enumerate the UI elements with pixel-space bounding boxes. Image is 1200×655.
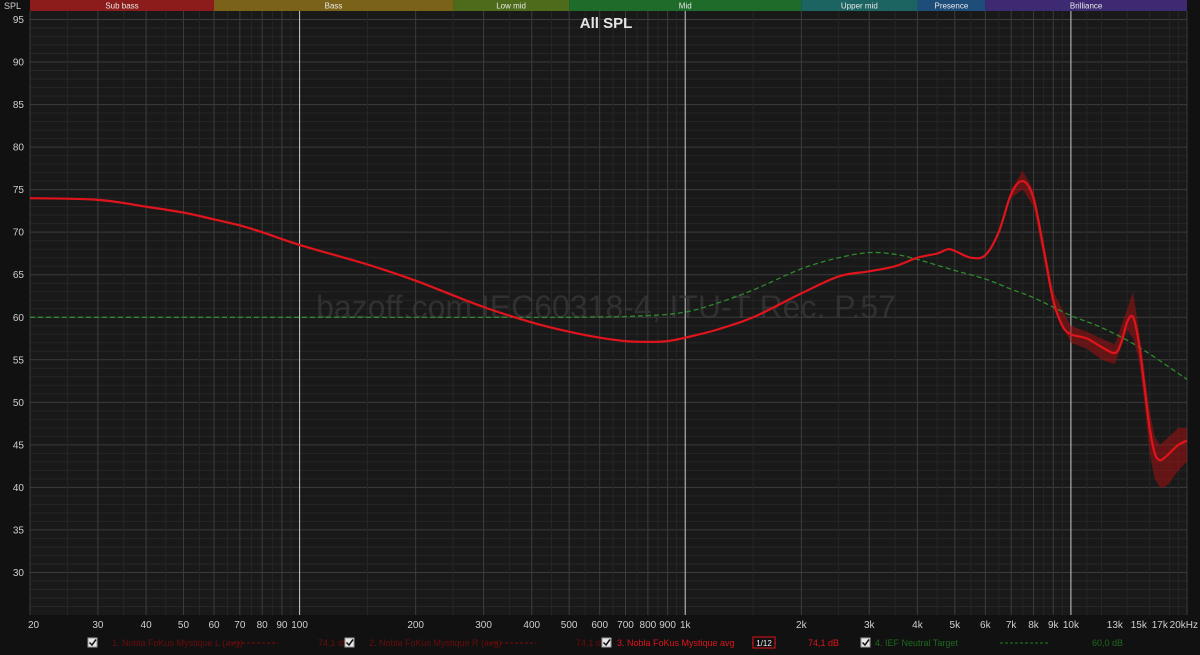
y-tick-label: 85 — [13, 100, 25, 111]
y-tick-label: 65 — [13, 270, 25, 281]
x-tick-label: 90 — [276, 620, 288, 631]
spl-chart: Sub bass Bass Low mid Mid Upper mid Presence B… — [0, 0, 1200, 655]
y-tick-label: 60 — [13, 313, 25, 324]
x-tick-label: 20kHz — [1170, 620, 1198, 631]
x-tick-label: 1k — [680, 620, 692, 631]
x-tick-label: 3k — [864, 620, 876, 631]
y-axis-label: SPL — [4, 1, 21, 11]
x-tick-label: 20 — [28, 620, 40, 631]
legend-value: 74,1 dB — [808, 638, 839, 648]
band-label: Sub bass — [105, 2, 138, 11]
x-tick-label: 40 — [141, 620, 153, 631]
band-label: Upper mid — [841, 2, 878, 11]
y-tick-label: 40 — [13, 483, 25, 494]
legend-label: 2. Nobla FoKus Mystique R (avg) — [369, 638, 502, 648]
y-tick-label: 90 — [13, 58, 25, 69]
chart-title: All SPL — [580, 15, 633, 32]
y-tick-label: 30 — [13, 568, 25, 579]
y-tick-label: 75 — [13, 185, 25, 196]
x-tick-label: 100 — [291, 620, 308, 631]
smoothing-label: 1/12 — [756, 639, 772, 648]
band-label: Mid — [679, 2, 692, 11]
band-label: Presence — [934, 2, 968, 11]
x-tick-label: 10k — [1063, 620, 1080, 631]
x-tick-label: 80 — [257, 620, 269, 631]
legend-value: 74,1 dB — [318, 638, 349, 648]
y-tick-label: 55 — [13, 355, 25, 366]
x-tick-label: 4k — [912, 620, 924, 631]
x-tick-label: 900 — [659, 620, 676, 631]
x-tick-label: 200 — [407, 620, 424, 631]
x-tick-label: 300 — [475, 620, 492, 631]
x-tick-label: 500 — [561, 620, 578, 631]
x-tick-label: 6k — [980, 620, 992, 631]
y-tick-label: 50 — [13, 398, 25, 409]
band-label: Brilliance — [1070, 2, 1103, 11]
legend-label: 1. Nobla FoKus Mystique L (avg) — [112, 638, 243, 648]
watermark: bazoff.com IEC60318-4, ITU-T Rec. P.57 — [316, 289, 896, 325]
x-tick-label: 5k — [950, 620, 962, 631]
y-tick-label: 45 — [13, 440, 25, 451]
x-tick-label: 800 — [640, 620, 657, 631]
x-tick-label: 7k — [1006, 620, 1018, 631]
x-tick-label: 70 — [234, 620, 246, 631]
x-tick-label: 8k — [1028, 620, 1040, 631]
x-tick-label: 60 — [208, 620, 220, 631]
x-tick-label: 13k — [1107, 620, 1124, 631]
x-tick-label: 15k — [1131, 620, 1148, 631]
x-tick-label: 17k — [1152, 620, 1169, 631]
frequency-bands: Sub bass Bass Low mid Mid Upper mid Presence B… — [30, 0, 1187, 11]
y-tick-label: 35 — [13, 525, 25, 536]
x-tick-label: 700 — [617, 620, 634, 631]
x-tick-label: 600 — [591, 620, 608, 631]
x-tick-label: 50 — [178, 620, 190, 631]
y-tick-label: 70 — [13, 228, 25, 239]
x-tick-label: 400 — [523, 620, 540, 631]
x-tick-label: 2k — [796, 620, 808, 631]
band-label: Bass — [325, 2, 343, 11]
legend-label: 4. IEF Neutral Target — [875, 638, 958, 648]
x-tick-label: 30 — [92, 620, 104, 631]
x-tick-label: 9k — [1048, 620, 1060, 631]
band-label: Low mid — [496, 2, 526, 11]
legend-label: 3. Nobla FoKus Mystique avg — [617, 638, 735, 648]
y-tick-label: 95 — [13, 15, 25, 26]
legend-value: 60,0 dB — [1092, 638, 1123, 648]
y-tick-label: 80 — [13, 143, 25, 154]
